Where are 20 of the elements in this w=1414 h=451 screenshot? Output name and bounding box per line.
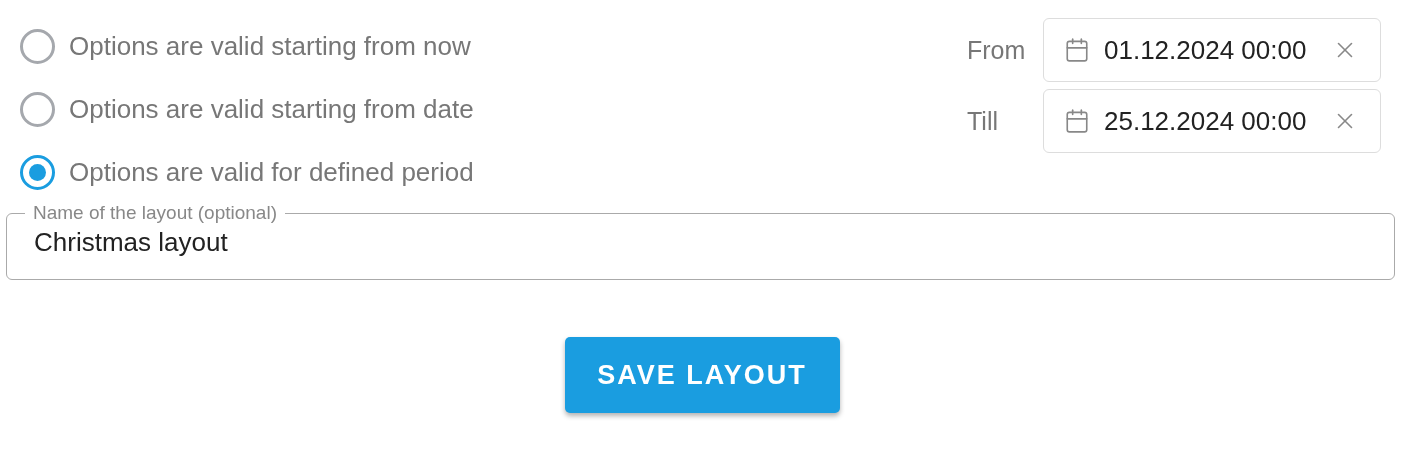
option-label: Options are valid starting from date (69, 93, 474, 126)
calendar-icon (1064, 108, 1090, 134)
date-label: Till (967, 106, 999, 137)
layout-name-input[interactable]: Christmas layout (25, 223, 1376, 262)
radio-button[interactable] (20, 155, 55, 190)
date-value: 01.12.2024 00:00 (1104, 33, 1307, 67)
radio-option[interactable]: Options are valid starting from date (20, 89, 474, 130)
date-field[interactable]: 25.12.2024 00:00 (1043, 89, 1381, 153)
radio-button[interactable] (20, 29, 55, 64)
field-label: Name of the layout (optional) (32, 203, 278, 223)
date-field[interactable]: 01.12.2024 00:00 (1043, 18, 1381, 82)
layout-name-field[interactable]: Name of the layout (optional) Christmas layout (6, 203, 1395, 280)
radio-option[interactable]: Options are valid starting from now (20, 26, 474, 67)
option-label: Options are valid for defined period (69, 156, 474, 189)
date-label: From (967, 35, 1027, 66)
option-label: Options are valid starting from now (69, 30, 471, 63)
calendar-icon (1064, 37, 1090, 63)
date-value: 25.12.2024 00:00 (1104, 104, 1307, 138)
radio-button[interactable] (20, 92, 55, 127)
radio-option[interactable]: Options are valid for defined period (20, 152, 474, 193)
